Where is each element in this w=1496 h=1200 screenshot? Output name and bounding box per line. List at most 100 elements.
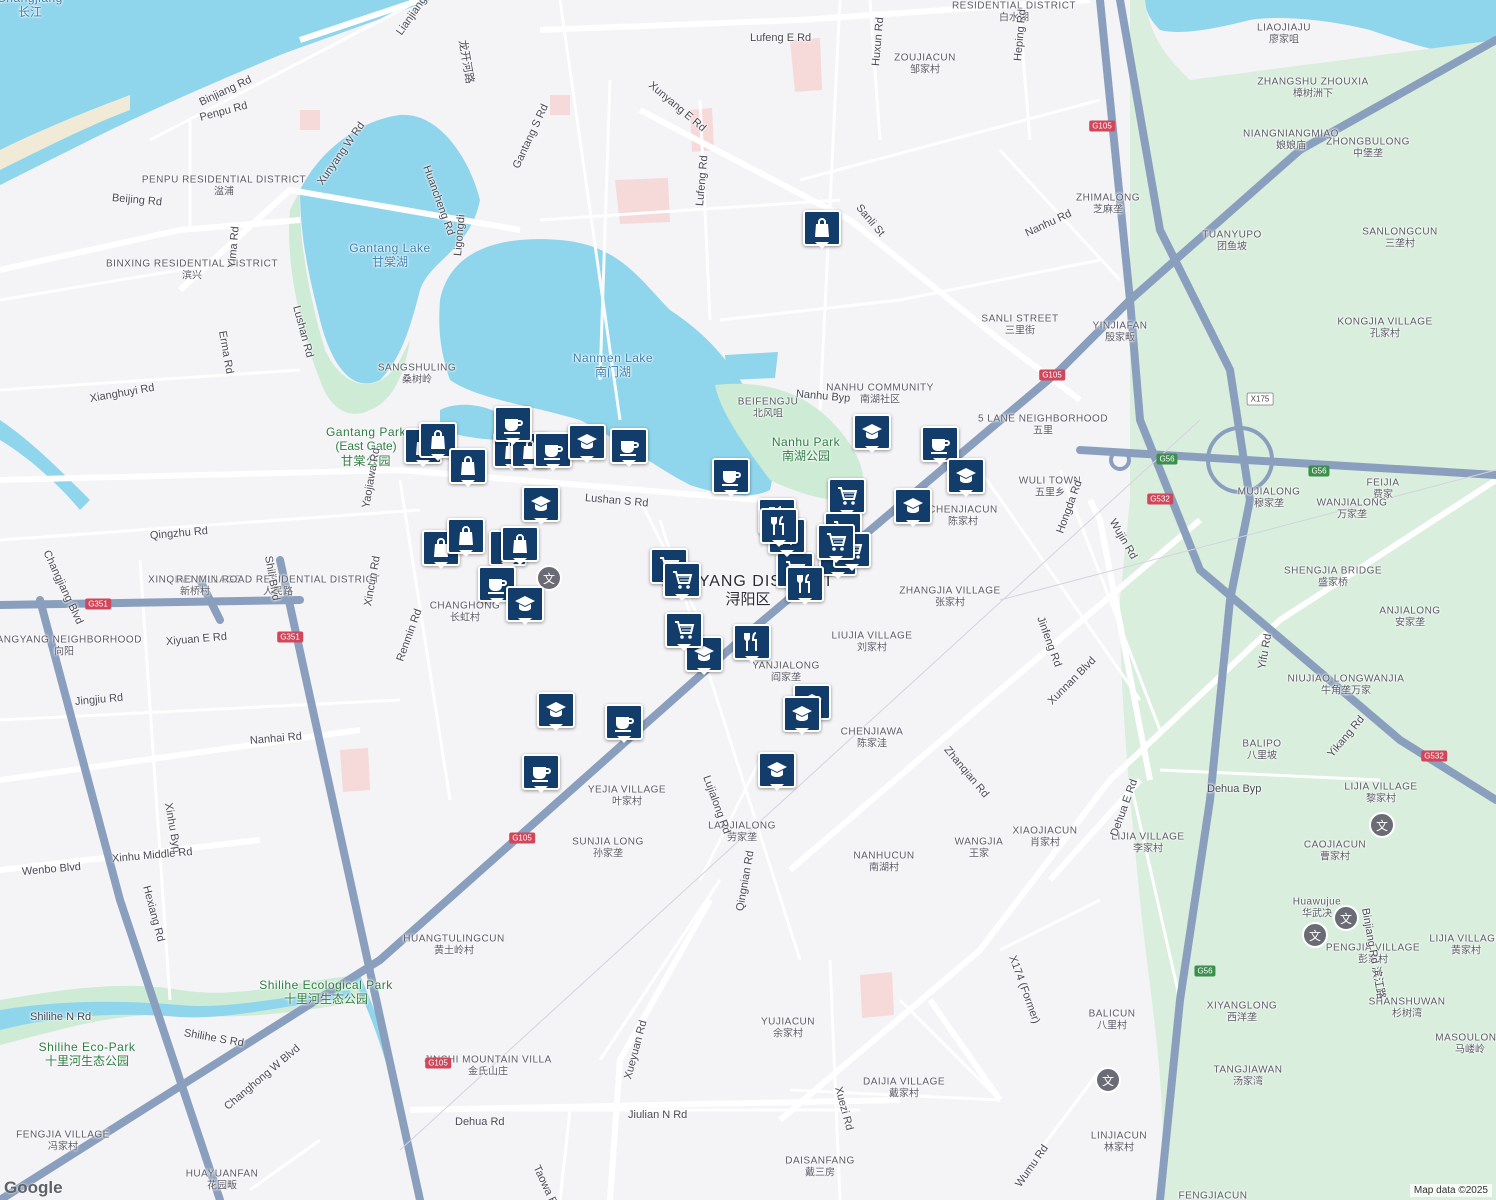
cafe-pin[interactable] [494, 406, 532, 445]
restaurant-pin[interactable] [760, 508, 798, 547]
school-pin[interactable] [783, 696, 821, 735]
place-label: TUANYUPO 团鱼坡 [1202, 230, 1262, 253]
school-icon[interactable]: 文 [1369, 812, 1395, 838]
route-shield: G351 [277, 631, 303, 643]
route-shield: G105 [1089, 120, 1115, 132]
place-label: SANLONGCUN 三垄村 [1362, 227, 1438, 250]
place-label-zh: 黎家村 [1366, 793, 1396, 804]
school-pin[interactable] [568, 424, 606, 463]
shopping-bag-icon [501, 526, 539, 562]
cafe-icon [534, 432, 572, 468]
water-label: Gantang Lake 甘棠湖 [349, 241, 430, 270]
place-label-en: LIJIA VILLAGE [1111, 831, 1185, 843]
place-label-en: SANLONGCUN [1362, 226, 1438, 238]
place-label: SHENGJIA BRIDGE 盛家桥 [1284, 566, 1382, 589]
water-label: Changjiang长江 [0, 0, 63, 20]
cafe-icon [610, 428, 648, 464]
place-label-zh: 芝麻垄 [1092, 204, 1123, 215]
place-label: LIUJIA VILLAGE 刘家村 [832, 631, 913, 654]
place-label-zh: 花园畈 [206, 1180, 237, 1191]
place-label: HUAYUANFAN 花园畈 [186, 1169, 259, 1192]
school-pin[interactable] [947, 458, 985, 497]
map-canvas[interactable]: XUNYANG DISTRICT 浔阳区 Gantang Lake 甘棠湖 Nanmen… [0, 0, 1496, 1200]
shopping-bag-pin[interactable] [447, 518, 485, 557]
place-label-zh: 叶家村 [612, 796, 642, 807]
place-label-en: CHENJIAWA [840, 726, 904, 738]
place-label-zh: 三垄村 [1384, 238, 1415, 249]
cart-pin[interactable] [817, 524, 855, 563]
attribution-text[interactable]: Map data ©2025 [1409, 1184, 1492, 1197]
cart-icon [828, 478, 866, 514]
cafe-pin[interactable] [522, 754, 560, 793]
road-label: Lufeng E Rd [750, 32, 812, 44]
place-label-en: CAOJIACUN [1303, 839, 1367, 851]
pin-pointer [675, 594, 689, 601]
place-label-en: LIUJIA VILLAGE [831, 630, 913, 642]
cafe-pin[interactable] [712, 458, 750, 497]
school-pin[interactable] [522, 486, 560, 525]
pin-pointer [815, 242, 829, 249]
place-label: CHENJIACUN 陈家村 [928, 505, 997, 528]
place-label-zh: 湓浦 [213, 186, 234, 197]
pin-pointer [513, 558, 527, 565]
place-label: ZHONGBULONG 中堡垄 [1326, 137, 1410, 160]
cart-pin[interactable] [828, 478, 866, 517]
cafe-icon [712, 458, 750, 494]
place-label-en: FEIJIA [1366, 477, 1400, 489]
place-label-en: ZHANGSHU ZHOUXIA [1257, 76, 1369, 88]
restaurant-pin[interactable] [733, 624, 771, 663]
cafe-icon [494, 406, 532, 442]
pin-pointer [434, 562, 448, 569]
place-label-zh: 王家 [969, 848, 989, 859]
pin-pointer [580, 456, 594, 463]
cafe-pin[interactable] [605, 704, 643, 743]
pin-pointer [959, 490, 973, 497]
cafe-pin[interactable] [534, 432, 572, 471]
road-label: Dehua Byp [1207, 783, 1262, 795]
place-label-en: WANJIALONG [1316, 497, 1388, 509]
school-icon [894, 488, 932, 524]
shopping-bag-pin[interactable] [803, 210, 841, 249]
pin-pointer [518, 618, 532, 625]
school-icon[interactable]: 文 [1302, 922, 1328, 948]
road-label: Shilihe N Rd [30, 1011, 92, 1023]
park-label-en: Gantang Park [325, 425, 407, 440]
place-label-zh: 向阳 [54, 646, 74, 657]
route-shield: G105 [509, 832, 535, 844]
place-label: LIJIA VILLAGE 黄家村 [1429, 934, 1496, 957]
google-logo: Google [4, 1178, 63, 1197]
place-label-zh: 孙家垄 [592, 848, 623, 859]
cafe-pin[interactable] [610, 428, 648, 467]
place-label: FENGJIA VILLAGE 冯家村 [16, 1130, 110, 1153]
school-pin[interactable] [758, 752, 796, 791]
place-label: ANJIALONG 安家垄 [1379, 606, 1440, 629]
place-label-en: YINJIAFAN [1092, 320, 1148, 332]
park-label-zh: 南湖公园 [781, 449, 830, 463]
place-label-zh: 滨兴 [181, 270, 202, 281]
place-label: YUJIACUN 余家村 [761, 1017, 815, 1040]
place-label-en: NIANGNIANGMIAO [1243, 128, 1339, 140]
route-shield: G105 [1039, 369, 1065, 381]
place-label: MASOULONG马嵝岭 [1435, 1033, 1496, 1056]
place-label-en: SUNJIA LONG [572, 836, 644, 848]
school-pin[interactable] [853, 414, 891, 453]
school-icon[interactable]: 文 [1333, 905, 1359, 931]
place-label: CAOJIACUN 曹家村 [1304, 840, 1366, 863]
place-label-zh: 黄家村 [1451, 945, 1481, 956]
shopping-bag-pin[interactable] [449, 448, 487, 487]
school-pin[interactable] [894, 488, 932, 527]
school-pin[interactable] [537, 692, 575, 731]
pin-pointer [534, 786, 548, 793]
cart-pin[interactable] [665, 612, 703, 651]
restaurant-pin[interactable] [786, 566, 824, 605]
place-label-zh: 邹家村 [909, 64, 940, 75]
place-label: ZHANGSHU ZHOUXIA 樟树洲下 [1257, 77, 1368, 100]
pin-pointer [724, 490, 738, 497]
cart-pin[interactable] [663, 562, 701, 601]
shopping-bag-pin[interactable] [501, 526, 539, 565]
place-label: TANGJIAWAN 汤家湾 [1213, 1065, 1282, 1088]
route-shield: G56 [1156, 453, 1178, 465]
school-icon[interactable]: 文 [1095, 1067, 1121, 1093]
place-label-en: ANJIALONG [1379, 605, 1441, 617]
school-pin[interactable] [506, 586, 544, 625]
